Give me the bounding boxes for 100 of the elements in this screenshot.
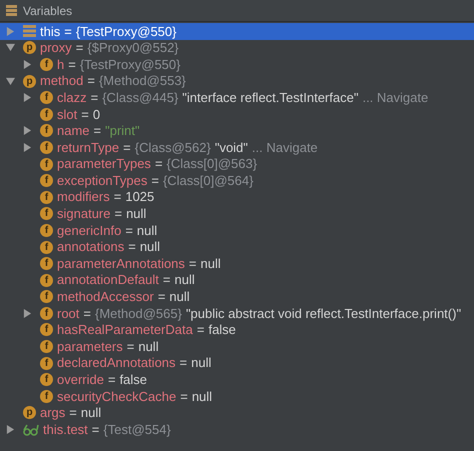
parameter-icon: p: [23, 74, 36, 88]
glasses-icon: [23, 424, 39, 436]
tree-row[interactable]: f parameterAnnotations = null: [0, 255, 474, 272]
variable-name: proxy: [40, 39, 72, 58]
tree-row[interactable]: f name = "print": [0, 122, 474, 140]
variable-name: annotations: [57, 238, 124, 256]
variable-name: hasRealParameterData: [57, 321, 193, 340]
variable-name: genericInfo: [57, 222, 122, 240]
variable-value: {Method@553}: [98, 72, 186, 90]
variable-name: parameterTypes: [57, 155, 151, 174]
variable-value: null: [126, 205, 146, 224]
variable-value: {$Proxy0@552}: [87, 39, 179, 58]
tree-row[interactable]: f returnType = {Class@562} "void" ... Navigate: [0, 139, 474, 156]
variable-value: 0: [92, 106, 100, 124]
equals-sign: =: [108, 371, 116, 390]
variable-value: null: [138, 338, 159, 356]
field-icon: f: [40, 207, 53, 220]
variable-value: {TestProxy@550}: [76, 22, 176, 41]
field-icon: f: [40, 124, 53, 138]
variable-name: parameterAnnotations: [57, 254, 185, 273]
parameter-icon: p: [23, 41, 36, 54]
variable-name: clazz: [57, 88, 87, 107]
expand-arrow-icon[interactable]: [6, 425, 15, 434]
field-icon: f: [40, 240, 53, 254]
tree-row[interactable]: f override = false: [0, 371, 474, 388]
tree-row[interactable]: p method = {Method@553}: [0, 72, 474, 90]
equals-sign: =: [151, 172, 159, 190]
tree-row[interactable]: f parameterTypes = {Class[0]@563}: [0, 156, 474, 172]
field-icon: f: [40, 140, 53, 154]
tree-row[interactable]: this.test = {Test@554}: [0, 421, 474, 438]
variable-name: signature: [57, 205, 110, 224]
field-icon: f: [40, 390, 53, 403]
tree-row[interactable]: f declaredAnnotations = null: [0, 354, 474, 372]
variable-name: name: [57, 122, 90, 140]
variable-name: securityCheckCache: [57, 388, 176, 406]
field-icon: f: [40, 108, 53, 121]
equals-sign: =: [114, 188, 122, 206]
tree-row[interactable]: f methodAccessor = null: [0, 288, 474, 306]
variable-value: null: [174, 271, 195, 290]
variable-value: {Class[0]@564}: [162, 172, 254, 190]
variable-value: null: [80, 404, 102, 422]
collapse-arrow-icon[interactable]: [6, 76, 15, 86]
equals-sign: =: [83, 304, 91, 323]
equals-sign: =: [87, 72, 95, 90]
variable-value: false: [208, 321, 236, 340]
tree-row[interactable]: f signature = null: [0, 206, 474, 222]
tree-row[interactable]: f parameters = null: [0, 338, 474, 355]
variable-name: parameters: [57, 338, 123, 356]
equals-sign: =: [128, 238, 136, 256]
collapse-arrow-icon[interactable]: [6, 43, 15, 52]
tree-row[interactable]: f hasRealParameterData = false: [0, 322, 474, 338]
expand-arrow-icon[interactable]: [23, 93, 32, 102]
field-icon: f: [40, 174, 53, 188]
variable-value: false: [120, 371, 148, 390]
variable-value: "print": [105, 122, 140, 140]
equals-sign: =: [154, 155, 163, 174]
equals-sign: =: [158, 288, 166, 306]
equals-sign: =: [125, 222, 133, 240]
tree-row[interactable]: f annotations = null: [0, 238, 474, 256]
tree-row[interactable]: this = {TestProxy@550}: [0, 23, 474, 40]
tree-row[interactable]: p proxy = {$Proxy0@552}: [0, 40, 474, 56]
variable-name: override: [57, 371, 104, 390]
tree-row[interactable]: f root = {Method@565} "public abstract void reflect.TestInterface.print()": [0, 305, 474, 322]
field-icon: f: [40, 257, 53, 270]
variable-value: {TestProxy@550}: [80, 56, 180, 74]
expand-arrow-icon[interactable]: [23, 126, 32, 136]
variable-value: {Test@554}: [103, 420, 171, 439]
tree-row[interactable]: f annotationDefault = null: [0, 272, 474, 288]
variable-name: annotationDefault: [57, 271, 159, 290]
variable-name: modifiers: [57, 188, 110, 206]
field-icon: f: [40, 91, 53, 104]
tree-row[interactable]: f securityCheckCache = null: [0, 388, 474, 405]
variable-name: this.test: [43, 420, 88, 439]
tree-row[interactable]: p args = null: [0, 404, 474, 422]
field-icon: f: [40, 306, 53, 320]
tree-row[interactable]: f modifiers = 1025: [0, 188, 474, 206]
expand-arrow-icon[interactable]: [23, 308, 32, 318]
variable-name: root: [57, 304, 80, 323]
field-icon: f: [40, 356, 53, 370]
field-icon: f: [40, 340, 53, 354]
variable-name: declaredAnnotations: [57, 354, 176, 372]
expand-arrow-icon[interactable]: [23, 60, 32, 69]
tree-row[interactable]: f slot = 0: [0, 106, 474, 123]
tree-row[interactable]: f exceptionTypes = {Class[0]@564}: [0, 172, 474, 189]
variable-value: null: [192, 388, 212, 406]
variable-value: null: [136, 222, 158, 240]
tree-row[interactable]: f clazz = {Class@445} "interface reflect.TestInterface" ... Navigate: [0, 89, 474, 106]
equals-sign: =: [188, 254, 197, 273]
equals-sign: =: [69, 404, 77, 422]
equals-sign: =: [180, 388, 188, 406]
list-icon: [6, 5, 17, 16]
tree-row[interactable]: f genericInfo = null: [0, 222, 474, 239]
tree-row[interactable]: f h = {TestProxy@550}: [0, 56, 474, 73]
expand-arrow-icon[interactable]: [23, 142, 32, 152]
variable-name: h: [57, 56, 64, 74]
equals-sign: =: [114, 205, 122, 224]
equals-sign: =: [92, 420, 100, 439]
equals-sign: =: [123, 138, 131, 157]
equals-sign: =: [81, 106, 89, 124]
equals-sign: =: [196, 321, 204, 340]
